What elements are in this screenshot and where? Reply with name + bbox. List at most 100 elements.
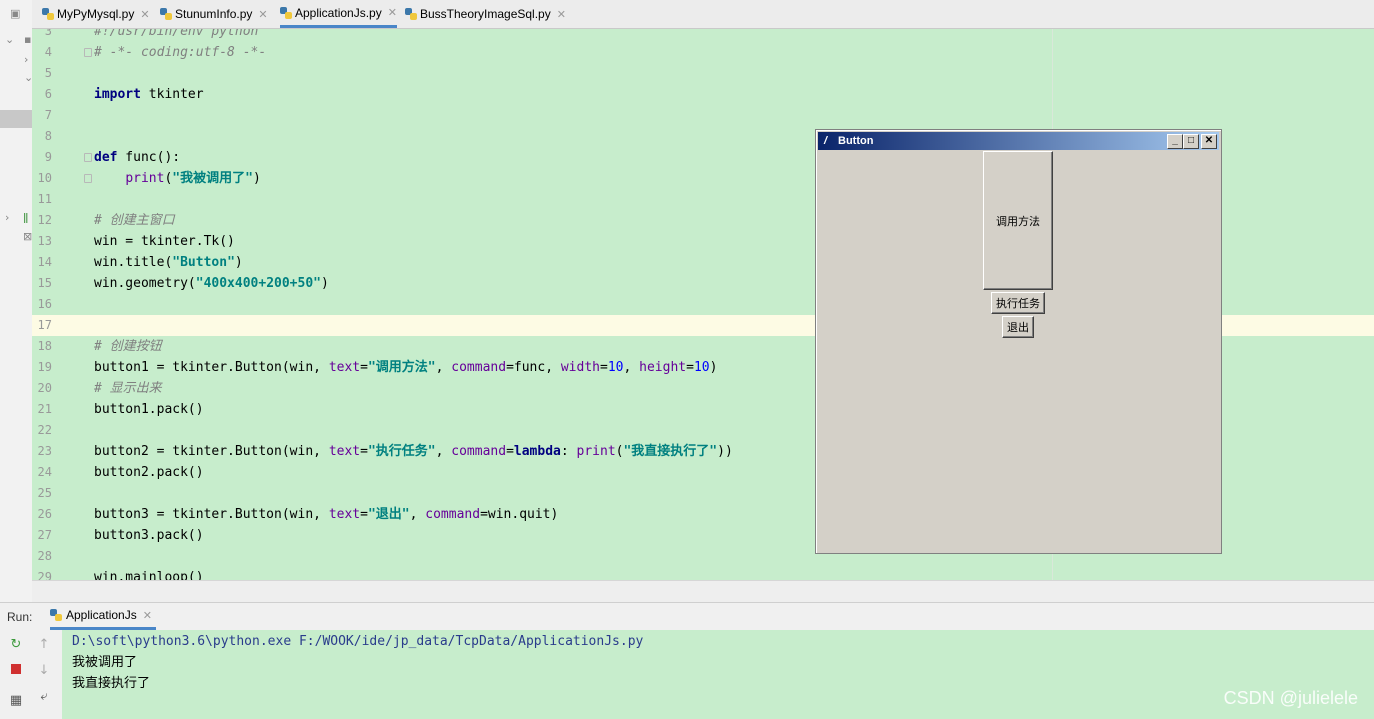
python-file-icon	[280, 6, 292, 19]
code-line[interactable]: 7	[32, 105, 1374, 126]
fold-marker-icon[interactable]	[84, 48, 92, 57]
code-text: # 创建按钮	[94, 339, 162, 354]
soft-wrap-icon[interactable]: ⤶	[36, 690, 52, 704]
code-text: import tkinter	[94, 87, 204, 102]
code-text: button1 = tkinter.Button(win, text="调用方法…	[94, 360, 718, 375]
line-number: 27	[37, 528, 52, 542]
structure-icon[interactable]: ǁ	[23, 212, 28, 224]
line-number: 9	[44, 150, 52, 164]
line-number: 7	[44, 108, 52, 122]
editor-tab[interactable]: MyPyMysql.py ✕	[42, 0, 150, 28]
stop-icon[interactable]	[8, 664, 24, 678]
tk-button-window[interactable]: / Button _ □ ✕ 调用方法 执行任务 退出	[815, 129, 1222, 554]
rerun-icon[interactable]: ↻	[8, 638, 24, 652]
close-icon[interactable]: ✕	[258, 8, 267, 21]
code-text: # -*- coding:utf-8 -*-	[94, 45, 267, 60]
up-arrow-icon[interactable]: ↑	[36, 638, 52, 652]
run-tab-applicationjs[interactable]: ApplicationJs ✕	[50, 603, 156, 630]
code-text: button3.pack()	[94, 528, 204, 543]
close-icon[interactable]: ✕	[143, 609, 152, 622]
python-file-icon	[42, 8, 54, 20]
python-file-icon	[160, 8, 172, 20]
layout-icon[interactable]: ▦	[8, 694, 24, 708]
close-icon[interactable]: ✕	[557, 8, 566, 21]
code-text: button1.pack()	[94, 402, 204, 417]
line-number: 17	[37, 318, 52, 332]
tk-window-title: Button	[838, 135, 874, 147]
code-line[interactable]: 29 win.mainloop()	[32, 567, 1374, 580]
fold-marker-icon[interactable]	[84, 174, 92, 183]
editor-tab[interactable]: BussTheoryImageSql.py ✕	[405, 0, 566, 28]
line-number: 23	[37, 444, 52, 458]
editor-horizontal-scrollbar[interactable]	[32, 580, 1374, 603]
line-number: 29	[37, 570, 52, 580]
editor-tab-label: BussTheoryImageSql.py	[420, 7, 551, 21]
close-icon[interactable]: ✕	[388, 6, 397, 19]
line-number: 26	[37, 507, 52, 521]
code-text: button2.pack()	[94, 465, 204, 480]
code-text: #!/usr/bin/env python	[94, 29, 259, 39]
chevron-down-icon[interactable]: ⌄	[5, 34, 14, 46]
tk-feather-icon: /	[824, 135, 828, 147]
call-method-button[interactable]: 调用方法	[983, 151, 1053, 290]
run-toolbar: ↻ ↑ ↓ ⤶ ▦	[0, 630, 62, 719]
editor-tab-label: ApplicationJs.py	[295, 5, 382, 20]
editor-tab-bar: MyPyMysql.py ✕ StunumInfo.py ✕ ApplicationJs…	[32, 0, 1374, 29]
maximize-button[interactable]: □	[1183, 134, 1199, 149]
line-number: 16	[37, 297, 52, 311]
down-arrow-icon[interactable]: ↓	[36, 664, 52, 678]
editor-tab[interactable]: StunumInfo.py ✕	[160, 0, 268, 28]
minimize-button[interactable]: _	[1167, 134, 1183, 149]
close-icon[interactable]: ✕	[140, 8, 149, 21]
chevron-right-icon[interactable]: ›	[24, 54, 28, 66]
console-line: D:\soft\python3.6\python.exe F:/WOOK/ide…	[72, 634, 644, 649]
editor-tab-label: StunumInfo.py	[175, 7, 253, 21]
marker-icon: ▪	[24, 33, 32, 46]
editor-tab-label: MyPyMysql.py	[57, 7, 135, 21]
console-line: 我被调用了	[72, 655, 138, 670]
line-number: 10	[37, 171, 52, 185]
execute-task-button[interactable]: 执行任务	[991, 292, 1045, 314]
line-number: 20	[37, 381, 52, 395]
project-view-icon[interactable]: ▣	[10, 8, 20, 20]
line-number: 3	[44, 29, 52, 38]
editor-tab[interactable]: ApplicationJs.py ✕	[280, 0, 397, 28]
line-number: 4	[44, 45, 52, 59]
run-panel-header: Run: ApplicationJs ✕	[0, 602, 1374, 631]
watermark: CSDN @julielele	[1223, 688, 1358, 708]
run-tab-label: ApplicationJs	[66, 608, 137, 622]
code-line[interactable]: 3 #!/usr/bin/env python	[32, 29, 1374, 42]
line-number: 19	[37, 360, 52, 374]
code-text: button2 = tkinter.Button(win, text="执行任务…	[94, 444, 733, 459]
code-line[interactable]: 4 # -*- coding:utf-8 -*-	[32, 42, 1374, 63]
left-tool-strip: ▣ ⌄ ▪ › ⌄ › ǁ ⊠	[0, 0, 33, 600]
structure-small-icon[interactable]: ⊠	[23, 231, 32, 243]
line-number: 6	[44, 87, 52, 101]
run-label: Run:	[7, 610, 33, 624]
code-line[interactable]: 6 import tkinter	[32, 84, 1374, 105]
line-number: 22	[37, 423, 52, 437]
tk-title-bar[interactable]: / Button _ □ ✕	[818, 132, 1219, 150]
line-number: 15	[37, 276, 52, 290]
line-number: 13	[37, 234, 52, 248]
code-text: win = tkinter.Tk()	[94, 234, 235, 249]
code-text: win.mainloop()	[94, 570, 204, 580]
code-text: win.title("Button")	[94, 255, 243, 270]
code-text: print("我被调用了")	[125, 171, 261, 186]
code-text: def func():	[94, 150, 181, 165]
code-text: win.geometry("400x400+200+50")	[94, 276, 329, 291]
code-text: # 显示出来	[94, 381, 162, 396]
expand-icon[interactable]: ›	[5, 212, 9, 224]
quit-button[interactable]: 退出	[1002, 316, 1034, 338]
line-number: 12	[37, 213, 52, 227]
run-console[interactable]: D:\soft\python3.6\python.exe F:/WOOK/ide…	[62, 630, 1374, 719]
strip-highlight	[0, 110, 32, 128]
python-file-icon	[405, 8, 417, 20]
code-line[interactable]: 5	[32, 63, 1374, 84]
line-number: 24	[37, 465, 52, 479]
line-number: 11	[37, 192, 52, 206]
fold-marker-icon[interactable]	[84, 153, 92, 162]
close-button[interactable]: ✕	[1201, 134, 1217, 149]
code-text: button3 = tkinter.Button(win, text="退出",…	[94, 507, 559, 522]
code-text: # 创建主窗口	[94, 213, 175, 228]
